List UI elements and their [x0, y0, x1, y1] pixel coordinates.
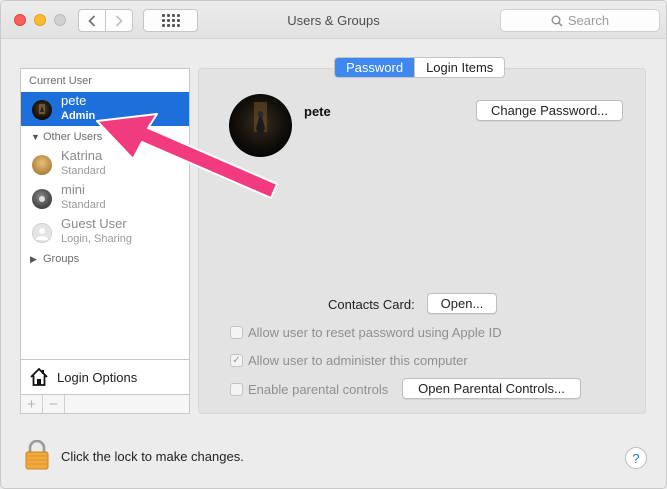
user-role: Login, Sharing — [61, 233, 132, 245]
parental-controls-checkbox[interactable]: Enable parental controls — [230, 382, 388, 397]
login-options-item[interactable]: Login Options — [20, 359, 190, 395]
search-placeholder: Search — [567, 13, 610, 28]
other-users-heading: Other Users — [43, 131, 103, 143]
house-icon — [30, 367, 48, 386]
avatar — [32, 100, 52, 120]
login-options-label: Login Options — [57, 369, 138, 385]
system-preferences-window: Users & Groups Search Current User pete … — [0, 0, 667, 489]
user-role: Admin — [61, 110, 96, 122]
title-bar: Users & Groups Search — [1, 1, 666, 39]
account-picture[interactable] — [229, 94, 292, 157]
checkbox-label: Allow user to reset password using Apple… — [248, 325, 502, 340]
checkbox-box[interactable]: ✓ — [230, 354, 243, 367]
avatar — [32, 155, 52, 175]
add-remove-bar: + − — [20, 395, 190, 414]
user-role: Standard — [61, 199, 106, 211]
help-icon: ? — [632, 450, 640, 466]
user-list: Current User pete Admin ▼ Other Users Ka… — [20, 68, 190, 359]
lock-icon — [25, 439, 49, 470]
tab-bar: Password Login Items — [334, 57, 506, 78]
open-parental-controls-button[interactable]: Open Parental Controls... — [402, 378, 581, 399]
user-row-guest[interactable]: Guest User Login, Sharing — [21, 215, 189, 249]
user-row-katrina[interactable]: Katrina Standard — [21, 147, 189, 181]
help-button[interactable]: ? — [625, 447, 647, 469]
tab-login-items[interactable]: Login Items — [414, 58, 504, 77]
lock-button[interactable] — [25, 439, 49, 473]
reset-password-apple-id-checkbox[interactable]: Allow user to reset password using Apple… — [230, 325, 502, 340]
user-row-pete[interactable]: pete Admin — [21, 92, 189, 126]
search-field[interactable]: Search — [500, 9, 660, 32]
user-row-mini[interactable]: mini Standard — [21, 181, 189, 215]
contacts-card-label: Contacts Card: — [328, 297, 415, 312]
checkbox-box[interactable] — [230, 326, 243, 339]
groups-item[interactable]: Groups — [43, 253, 79, 265]
search-icon — [551, 15, 563, 27]
checkbox-label: Allow user to administer this computer — [248, 353, 468, 368]
user-name: mini — [61, 182, 85, 197]
current-user-heading: Current User — [29, 75, 92, 87]
disclosure-triangle-icon[interactable]: ▶ — [30, 254, 37, 265]
lock-message: Click the lock to make changes. — [61, 449, 244, 464]
administer-computer-checkbox[interactable]: ✓ Allow user to administer this computer — [230, 353, 468, 368]
checkbox-label: Enable parental controls — [248, 382, 389, 397]
open-contacts-button[interactable]: Open... — [427, 293, 497, 314]
user-name: Katrina — [61, 148, 103, 163]
account-name: pete — [304, 104, 331, 119]
guest-avatar-icon — [32, 223, 52, 243]
disclosure-triangle-icon[interactable]: ▼ — [31, 132, 40, 142]
change-password-button[interactable]: Change Password... — [476, 100, 623, 121]
user-name: Guest User — [61, 216, 127, 231]
user-role: Standard — [61, 165, 106, 177]
add-user-button[interactable]: + — [21, 395, 43, 413]
avatar — [32, 189, 52, 209]
user-name: pete — [61, 93, 87, 108]
checkbox-box[interactable] — [230, 383, 243, 396]
remove-user-button[interactable]: − — [43, 395, 65, 413]
tab-password[interactable]: Password — [335, 58, 415, 77]
